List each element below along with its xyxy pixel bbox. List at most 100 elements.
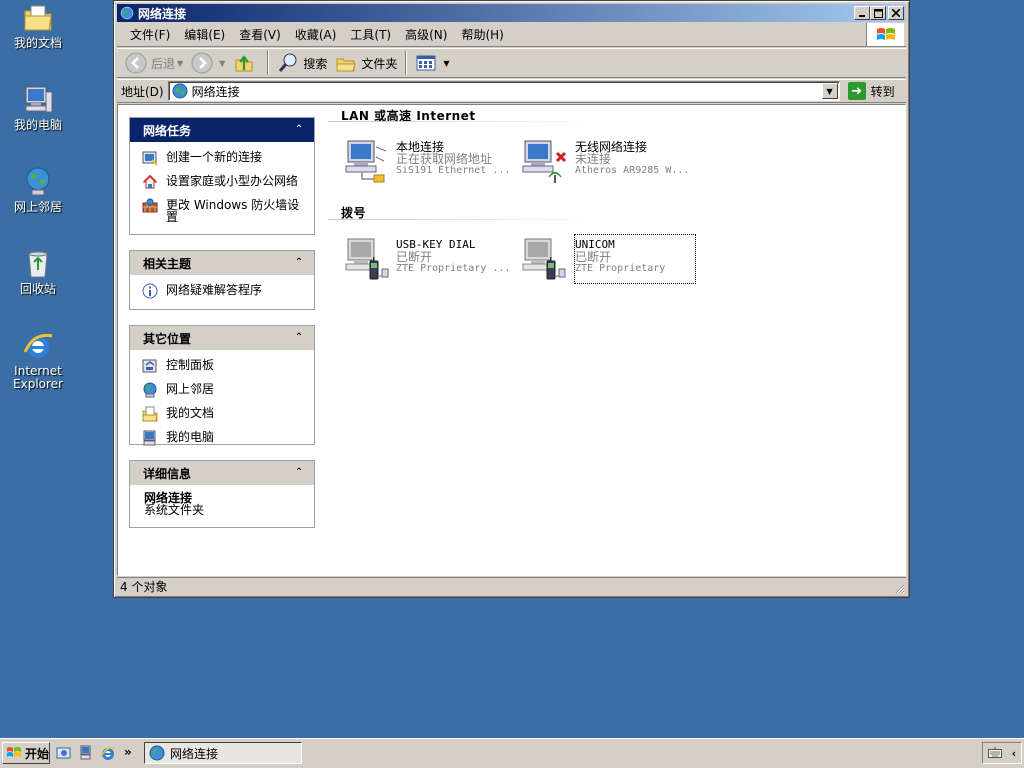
details-pane: 详细信息 ⌃ 网络连接 系统文件夹: [129, 460, 315, 528]
views-dropdown-icon[interactable]: ▼: [443, 59, 449, 68]
start-button[interactable]: 开始: [2, 742, 50, 764]
my-computer-icon: [143, 430, 156, 446]
views-button[interactable]: ▼: [411, 50, 453, 76]
minimize-button[interactable]: [854, 6, 870, 20]
windows-logo: [866, 23, 904, 46]
search-label: 搜索: [303, 56, 328, 71]
quick-launch-chevron-icon[interactable]: »: [124, 745, 132, 761]
menu-favorites[interactable]: 收藏(A): [288, 25, 344, 45]
firewall-icon: [142, 198, 158, 213]
network-tasks-header[interactable]: 网络任务 ⌃: [130, 118, 314, 142]
address-input[interactable]: 网络连接 ▼: [167, 81, 840, 101]
control-panel-link[interactable]: 控制面板: [142, 358, 306, 374]
connection-wireless[interactable]: 无线网络连接 未连接 Atheros AR9285 W...: [521, 137, 701, 185]
connection-local-area[interactable]: 本地连接 正在获取网络地址 SiS191 Ethernet ...: [342, 137, 522, 185]
tray-expand-icon[interactable]: ‹: [1012, 747, 1017, 760]
maximize-button[interactable]: [870, 6, 886, 20]
address-value: 网络连接: [191, 84, 240, 99]
related-topics-pane: 相关主题 ⌃ 网络疑难解答程序: [129, 250, 315, 310]
back-arrow-icon: [125, 52, 147, 74]
desktop-icon-recycle-bin[interactable]: 回收站: [4, 248, 72, 296]
desktop-icon-network-places[interactable]: 网上邻居: [4, 166, 72, 214]
connection-usb-key-dial[interactable]: USB-KEY DIAL 已断开 ZTE Proprietary ...: [342, 235, 522, 283]
windows-flag-icon: [7, 747, 21, 757]
address-label: 地址(D): [121, 84, 164, 99]
address-dropdown-button[interactable]: ▼: [821, 83, 838, 99]
up-button[interactable]: [229, 50, 263, 76]
collapse-icon[interactable]: ⌃: [292, 256, 306, 270]
link-text: 我的文档: [166, 406, 215, 420]
pane-title: 其它位置: [143, 331, 192, 346]
connection-status: 正在获取网络地址: [396, 152, 493, 166]
title-bar[interactable]: 网络连接: [117, 4, 906, 22]
address-bar: 地址(D) 网络连接 ▼ ➜ 转到: [117, 79, 906, 103]
desktop-icon-internet-explorer[interactable]: Internet Explorer: [4, 330, 72, 391]
network-places-icon: [143, 382, 157, 398]
my-documents-link[interactable]: 我的文档: [142, 406, 306, 422]
network-places-icon: [26, 167, 50, 196]
folders-button[interactable]: 文件夹: [331, 50, 401, 76]
dialup-connection-icon: [522, 238, 566, 280]
search-button[interactable]: 搜索: [273, 50, 331, 76]
link-text: 创建一个新的连接: [166, 150, 263, 164]
collapse-icon[interactable]: ⌃: [292, 331, 306, 345]
taskbar-item-label: 网络连接: [170, 746, 219, 761]
details-type: 系统文件夹: [144, 503, 205, 517]
menu-view[interactable]: 查看(V): [232, 25, 288, 45]
network-places-link[interactable]: 网上邻居: [142, 382, 306, 398]
menu-file[interactable]: 文件(F): [123, 25, 177, 45]
desktop-icon-label: 网上邻居: [13, 200, 62, 214]
back-button[interactable]: 后退 ▼: [121, 50, 187, 76]
forward-dropdown-icon[interactable]: ▼: [219, 59, 225, 68]
connection-device: SiS191 Ethernet ...: [396, 165, 511, 176]
internet-explorer-icon: [23, 333, 53, 358]
taskbar-item-network-connections[interactable]: 网络连接: [144, 742, 302, 764]
menu-edit[interactable]: 编辑(E): [177, 25, 232, 45]
close-button[interactable]: [888, 6, 904, 20]
window-title: 网络连接: [138, 6, 187, 21]
resize-grip-icon[interactable]: [893, 582, 905, 594]
desktop-icon-my-documents[interactable]: 我的文档: [4, 2, 72, 50]
details-header[interactable]: 详细信息 ⌃: [130, 461, 314, 485]
my-computer-icon[interactable]: [78, 745, 94, 761]
internet-explorer-icon[interactable]: [100, 745, 116, 761]
related-topics-header[interactable]: 相关主题 ⌃: [130, 251, 314, 275]
windows-flag-icon: [876, 27, 895, 40]
status-text: 4 个对象: [120, 580, 168, 594]
back-label: 后退: [151, 56, 176, 71]
standard-toolbar: 后退 ▼ ▼ 搜索 文件夹 ▼: [117, 48, 906, 78]
home-network-link[interactable]: 设置家庭或小型办公网络: [142, 174, 306, 190]
menu-help[interactable]: 帮助(H): [454, 25, 510, 45]
collapse-icon[interactable]: ⌃: [292, 123, 306, 137]
create-connection-link[interactable]: 创建一个新的连接: [142, 150, 306, 166]
keyboard-icon[interactable]: [987, 747, 1002, 759]
desktop-icon-my-computer[interactable]: 我的电脑: [4, 84, 72, 132]
forward-button[interactable]: ▼: [187, 50, 229, 76]
status-bar: 4 个对象: [117, 577, 906, 595]
menu-advanced[interactable]: 高级(N): [398, 25, 454, 45]
connection-unicom[interactable]: UNICOM 已断开 ZTE Proprietary: [521, 234, 701, 284]
network-troubleshooter-link[interactable]: 网络疑难解答程序: [142, 283, 306, 299]
back-dropdown-icon[interactable]: ▼: [177, 59, 183, 68]
folder-icon: [24, 5, 52, 31]
start-label: 开始: [25, 746, 50, 761]
connection-device: Atheros AR9285 W...: [575, 165, 690, 176]
toolbar-separator: [267, 51, 270, 75]
link-text: 网络疑难解答程序: [166, 283, 263, 297]
pane-title: 网络任务: [143, 123, 192, 138]
connection-device: ZTE Proprietary: [575, 263, 666, 274]
firewall-settings-link[interactable]: 更改 Windows 防火墙设置: [142, 198, 306, 223]
info-icon: [142, 283, 158, 299]
toolbar-separator: [405, 51, 408, 75]
my-computer-link[interactable]: 我的电脑: [142, 430, 306, 446]
close-icon: [892, 9, 900, 17]
other-places-header[interactable]: 其它位置 ⌃: [130, 326, 314, 350]
link-text: 网上邻居: [166, 382, 215, 396]
home-network-icon: [142, 174, 158, 189]
collapse-icon[interactable]: ⌃: [292, 466, 306, 480]
recycle-bin-icon: [28, 251, 48, 278]
menu-tools[interactable]: 工具(T): [343, 25, 398, 45]
show-desktop-icon[interactable]: [56, 745, 72, 761]
go-button[interactable]: ➜ 转到: [847, 82, 895, 100]
wireless-connection-icon: [522, 140, 567, 183]
